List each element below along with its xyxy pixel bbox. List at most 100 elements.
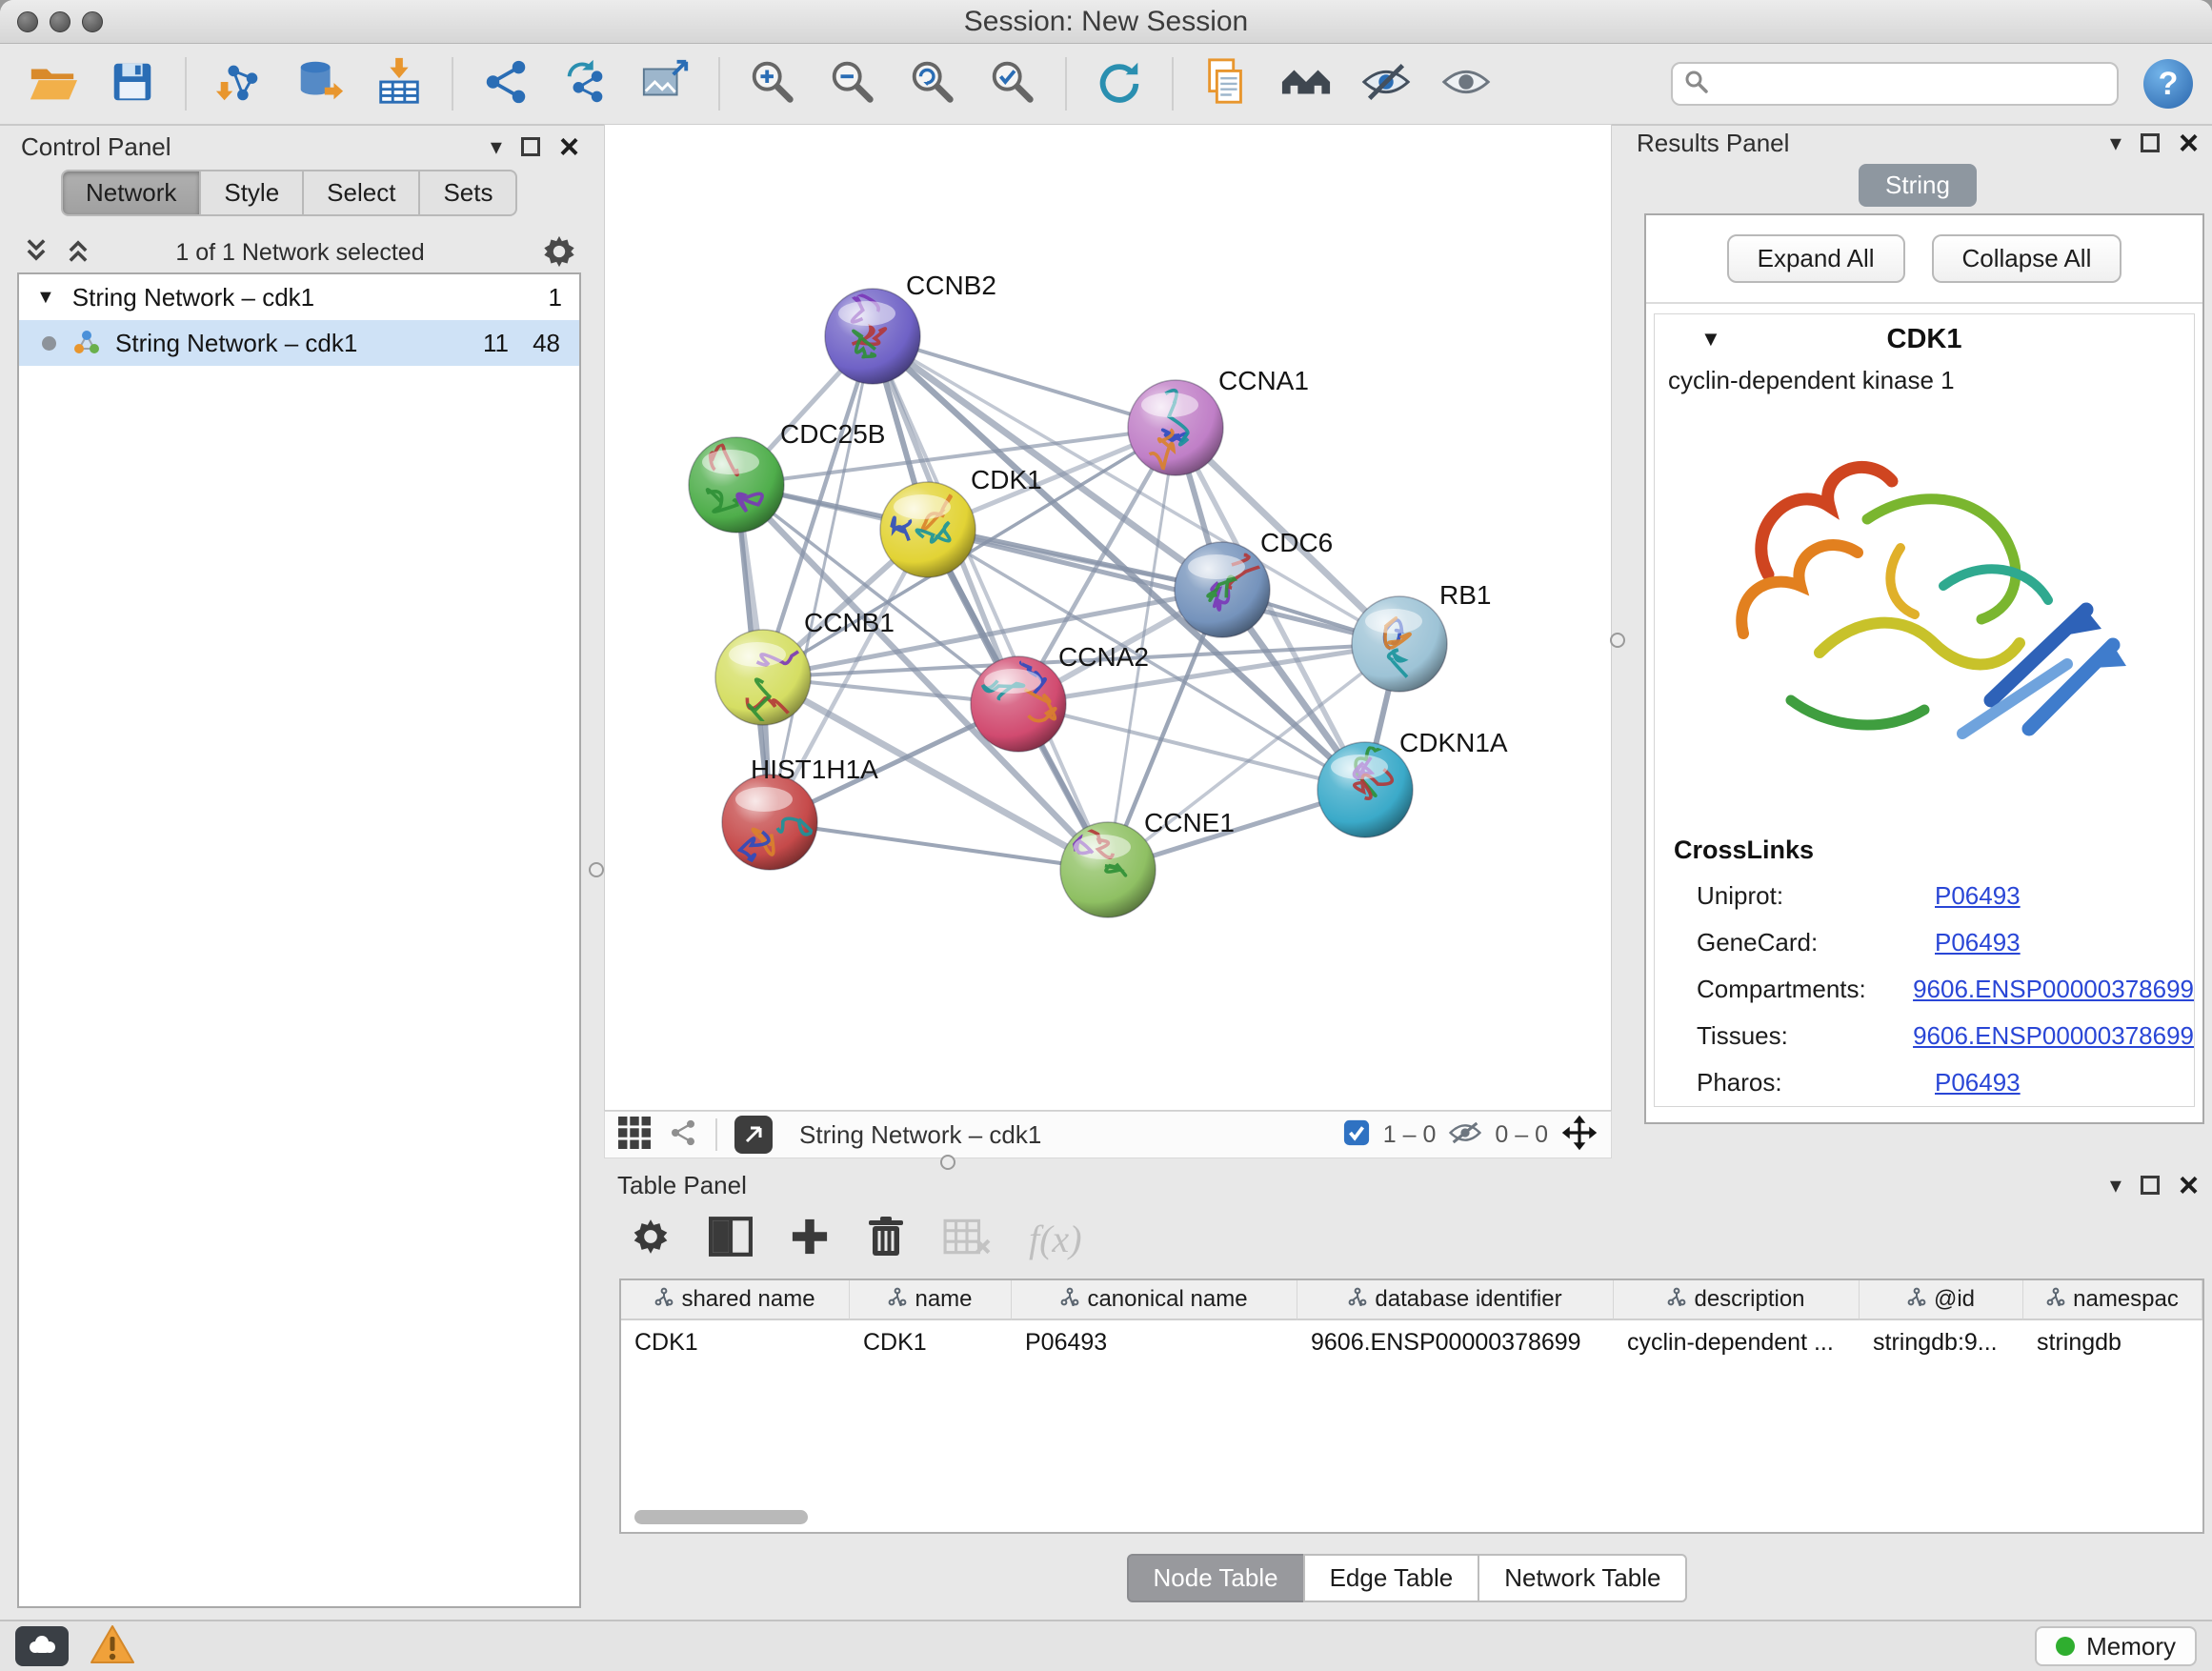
- table-panel-title: Table Panel: [617, 1171, 2091, 1200]
- zoom-selected-button[interactable]: [985, 56, 1040, 111]
- column-header[interactable]: database identifier: [1297, 1280, 1614, 1320]
- hidden-counts: 0 – 0: [1495, 1121, 1548, 1149]
- tab-network[interactable]: Network: [61, 170, 201, 216]
- close-panel-icon[interactable]: ×: [559, 130, 579, 164]
- section-collapse-icon[interactable]: ▼: [1700, 327, 1721, 352]
- documents-icon: [1200, 56, 1252, 112]
- collapse-all-button[interactable]: Collapse All: [1932, 234, 2122, 283]
- hide-selected-button[interactable]: [1358, 56, 1414, 111]
- collapse-triangle-icon[interactable]: ▼: [36, 287, 55, 309]
- tab-select[interactable]: Select: [302, 170, 420, 216]
- zoom-window-button[interactable]: [82, 11, 103, 32]
- column-header[interactable]: description: [1614, 1280, 1860, 1320]
- help-button[interactable]: ?: [2143, 59, 2193, 109]
- table-settings-button[interactable]: [631, 1217, 671, 1261]
- function-builder-button[interactable]: f(x): [1029, 1217, 1082, 1261]
- network-node-cdkn1a[interactable]: CDKN1A: [1317, 728, 1508, 837]
- column-header[interactable]: name: [850, 1280, 1012, 1320]
- network-graph[interactable]: CCNB2CCNA1CDC25BCDK1CDC6RB1CCNB1CCNA2CDK…: [605, 125, 1613, 1112]
- delete-table-icon: [943, 1217, 991, 1261]
- network-node-hist1h1a[interactable]: HIST1H1A: [722, 755, 878, 870]
- panel-menu-chevron-icon[interactable]: ▾: [2110, 130, 2122, 157]
- right-splitter-handle[interactable]: [1610, 633, 1625, 648]
- table-cell: stringdb:9...: [1860, 1320, 2023, 1364]
- zoom-in-button[interactable]: [745, 56, 800, 111]
- show-columns-button[interactable]: [709, 1217, 753, 1261]
- selected-checkbox-icon[interactable]: [1343, 1119, 1370, 1151]
- duplicate-document-button[interactable]: [1198, 56, 1254, 111]
- zoom-fit-button[interactable]: [905, 56, 960, 111]
- network-options-button[interactable]: [541, 233, 577, 274]
- bottom-splitter-handle[interactable]: [940, 1155, 955, 1170]
- network-edge[interactable]: [770, 822, 1108, 870]
- export-image-button[interactable]: [638, 56, 694, 111]
- warnings-button[interactable]: [90, 1624, 135, 1669]
- grid-view-button[interactable]: [618, 1117, 651, 1154]
- save-session-button[interactable]: [105, 56, 160, 111]
- horizontal-scrollbar[interactable]: [634, 1510, 808, 1524]
- float-panel-icon[interactable]: [521, 137, 540, 156]
- tab-node-table[interactable]: Node Table: [1127, 1554, 1305, 1602]
- tab-edge-table[interactable]: Edge Table: [1303, 1554, 1480, 1602]
- tab-network-table[interactable]: Network Table: [1478, 1554, 1687, 1602]
- crosslink-link[interactable]: P06493: [1935, 928, 2021, 957]
- float-panel-icon[interactable]: [2141, 133, 2160, 152]
- memory-button[interactable]: Memory: [2035, 1626, 2197, 1666]
- network-row-selected[interactable]: String Network – cdk1 11 48: [19, 320, 579, 366]
- network-node-ccna1[interactable]: CCNA1: [1128, 366, 1309, 475]
- network-list-toolbar: 1 of 1 Network selected: [8, 232, 593, 273]
- zoom-out-button[interactable]: [825, 56, 880, 111]
- close-window-button[interactable]: [17, 11, 38, 32]
- open-session-button[interactable]: [25, 56, 80, 111]
- search-input[interactable]: [1719, 70, 2105, 99]
- birds-eye-button[interactable]: [1278, 56, 1334, 111]
- table-row[interactable]: CDK1CDK1P064939606.ENSP00000378699cyclin…: [621, 1320, 2202, 1364]
- network-canvas[interactable]: CCNB2CCNA1CDC25BCDK1CDC6RB1CCNB1CCNA2CDK…: [604, 124, 1612, 1111]
- apply-layout-button[interactable]: [1092, 56, 1147, 111]
- crosslink-link[interactable]: 9606.ENSP00000378699: [1913, 1021, 2194, 1051]
- network-collection-row[interactable]: ▼ String Network – cdk1 1: [19, 274, 579, 320]
- import-network-database-button[interactable]: [292, 56, 347, 111]
- network-edge[interactable]: [873, 336, 1108, 870]
- panel-menu-chevron-icon[interactable]: ▾: [491, 133, 502, 161]
- minimize-window-button[interactable]: [50, 11, 70, 32]
- column-header[interactable]: shared name: [621, 1280, 850, 1320]
- search-field[interactable]: [1671, 62, 2119, 106]
- columns-icon: [709, 1217, 753, 1261]
- tab-string[interactable]: String: [1859, 164, 1977, 207]
- clone-network-button[interactable]: [558, 56, 613, 111]
- network-node-cdc25b[interactable]: CDC25B: [689, 419, 885, 533]
- delete-column-button[interactable]: [867, 1216, 905, 1262]
- network-node-rb1[interactable]: RB1: [1352, 580, 1491, 692]
- crosslink-link[interactable]: P06493: [1935, 881, 2021, 911]
- network-node-ccnb1[interactable]: CCNB1: [715, 608, 895, 731]
- float-panel-icon[interactable]: [2141, 1176, 2160, 1195]
- expand-all-button[interactable]: Expand All: [1727, 234, 1905, 283]
- network-node-cdk1[interactable]: CDK1: [880, 465, 1042, 577]
- column-header[interactable]: canonical name: [1012, 1280, 1297, 1320]
- left-splitter-handle[interactable]: [589, 862, 604, 877]
- main-toolbar: ?: [0, 44, 2212, 126]
- tab-sets[interactable]: Sets: [418, 170, 517, 216]
- close-panel-icon[interactable]: ×: [2179, 1168, 2199, 1202]
- cloud-button[interactable]: [15, 1626, 69, 1666]
- crosslink-link[interactable]: 9606.ENSP00000378699: [1913, 975, 2194, 1004]
- export-network-button[interactable]: [734, 1116, 773, 1154]
- create-column-button[interactable]: [791, 1218, 829, 1260]
- panel-menu-chevron-icon[interactable]: ▾: [2110, 1172, 2122, 1199]
- close-panel-icon[interactable]: ×: [2179, 126, 2199, 160]
- import-network-file-button[interactable]: [211, 56, 267, 111]
- network-view-toolbar: String Network – cdk1 1 – 0 0 – 0: [604, 1111, 1612, 1158]
- open-folder-icon: [27, 56, 78, 112]
- show-all-button[interactable]: [1438, 56, 1494, 111]
- hidden-eye-slash-icon[interactable]: [1449, 1120, 1481, 1150]
- share-view-button[interactable]: [668, 1117, 698, 1153]
- column-header[interactable]: namespac: [2023, 1280, 2202, 1320]
- column-header[interactable]: @id: [1860, 1280, 2023, 1320]
- delete-table-button[interactable]: [943, 1217, 991, 1261]
- import-table-file-button[interactable]: [372, 56, 427, 111]
- new-network-button[interactable]: [478, 56, 533, 111]
- tab-style[interactable]: Style: [199, 170, 304, 216]
- pan-move-button[interactable]: [1561, 1115, 1598, 1156]
- crosslink-link[interactable]: P06493: [1935, 1068, 2021, 1097]
